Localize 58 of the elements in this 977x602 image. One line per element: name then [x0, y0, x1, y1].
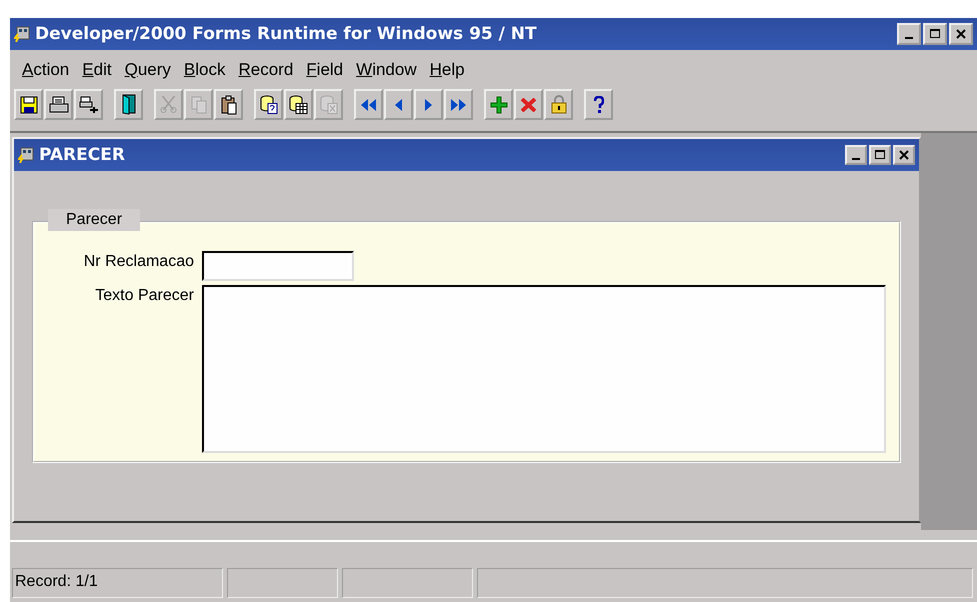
printer-icon: [48, 96, 68, 113]
close-icon: [956, 29, 966, 39]
toolbar-button[interactable]: [384, 89, 413, 120]
database-question-icon: [260, 94, 278, 114]
minimize-icon: [852, 158, 860, 160]
menu-item[interactable]: Edit: [82, 60, 112, 80]
window-title: Developer/2000 Forms Runtime for Windows 95 / NT: [35, 24, 538, 44]
maximize-button[interactable]: [869, 145, 891, 165]
toolbar-button[interactable]: [354, 89, 383, 120]
toolbar-button[interactable]: [14, 89, 43, 120]
menu-item[interactable]: Window: [356, 60, 417, 80]
frame-title: Parecer: [48, 209, 140, 231]
plus-icon: [490, 96, 508, 114]
menu-item[interactable]: Field: [306, 60, 344, 80]
toolbar-button[interactable]: [414, 89, 443, 120]
menu-item[interactable]: Help: [430, 60, 465, 80]
toolbar-button[interactable]: [444, 89, 473, 120]
maximize-icon: [930, 29, 940, 39]
minimize-button[interactable]: [845, 145, 867, 165]
menu-item[interactable]: Action: [22, 60, 70, 80]
app-icon: [18, 147, 34, 163]
copy-icon: [190, 96, 206, 114]
cross-icon: [521, 98, 536, 112]
toolbar-button[interactable]: [484, 89, 513, 120]
left-arrow-icon: [394, 98, 403, 112]
toolbar-button[interactable]: [584, 89, 613, 120]
field-label: Texto Parecer: [94, 286, 194, 306]
door-icon: [122, 94, 136, 115]
question-mark-icon: [594, 96, 604, 114]
database-table-icon: [289, 94, 308, 114]
toolbar-button[interactable]: [114, 89, 143, 120]
input-field[interactable]: [202, 251, 354, 281]
window-title: PARECER: [39, 145, 126, 165]
right-arrow-icon: [424, 98, 433, 112]
scissors-icon: [160, 95, 177, 114]
field-label: Nr Reclamacao: [82, 252, 194, 272]
status-text: Record: 1/1: [12, 568, 223, 598]
minimize-icon: [905, 36, 913, 38]
close-icon: [899, 150, 909, 160]
menu-item[interactable]: Block: [184, 60, 226, 80]
toolbar-button[interactable]: [214, 89, 243, 120]
padlock-icon: [550, 95, 566, 114]
database-cross-icon: [320, 94, 338, 114]
close-button[interactable]: [949, 23, 973, 45]
menu-item[interactable]: Query: [124, 60, 171, 80]
clipboard-icon: [220, 94, 236, 114]
minimize-button[interactable]: [897, 23, 921, 45]
toolbar-button[interactable]: [74, 89, 103, 120]
maximize-icon: [875, 150, 885, 160]
close-button[interactable]: [893, 145, 915, 165]
app-icon: [14, 26, 30, 42]
toolbar-button[interactable]: [44, 89, 73, 120]
toolbar-button[interactable]: [254, 89, 283, 120]
double-left-arrow-icon: [360, 98, 377, 112]
toolbar-button[interactable]: [284, 89, 313, 120]
menu-item[interactable]: Record: [238, 60, 294, 80]
double-right-arrow-icon: [450, 98, 467, 112]
maximize-button[interactable]: [923, 23, 947, 45]
